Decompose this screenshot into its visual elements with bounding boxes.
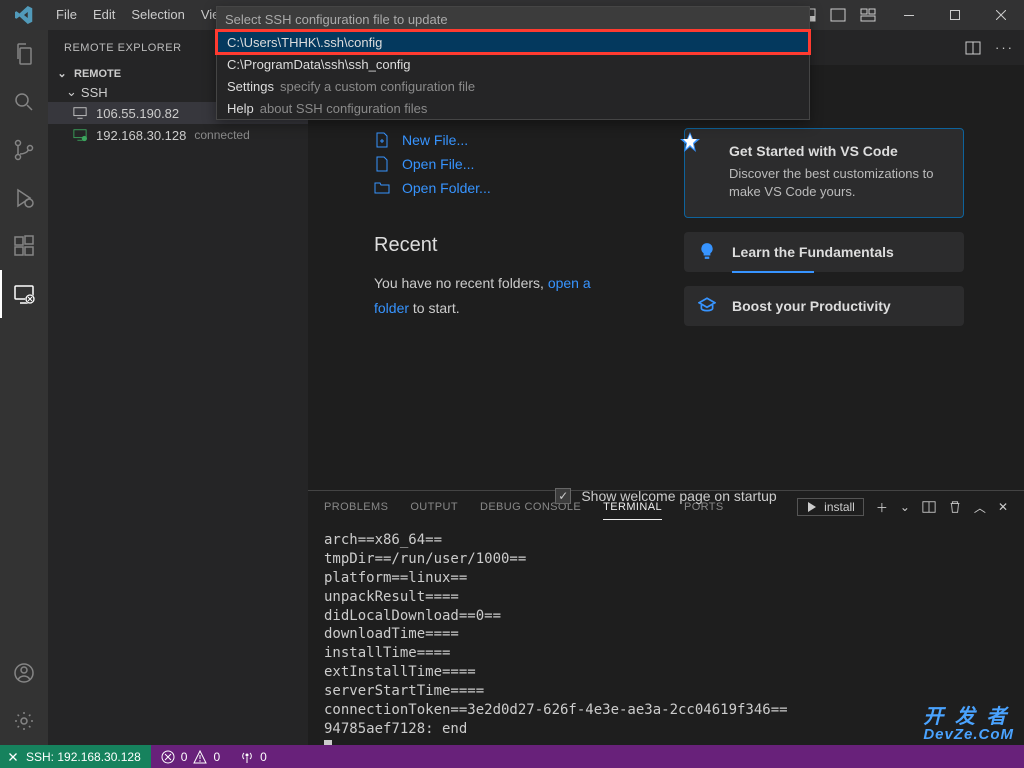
toggle-panel-right-icon[interactable]: [830, 7, 846, 23]
open-file-link[interactable]: Open File...: [374, 152, 624, 176]
bottom-panel: PROBLEMS OUTPUT DEBUG CONSOLE TERMINAL P…: [308, 490, 1024, 745]
status-error-count: 0: [181, 750, 188, 764]
walkthrough-desc: Discover the best customizations to make…: [729, 165, 947, 201]
extensions-icon[interactable]: [0, 222, 48, 270]
run-debug-icon[interactable]: [0, 174, 48, 222]
source-control-icon[interactable]: [0, 126, 48, 174]
terminal-output[interactable]: arch==x86_64== tmpDir==/run/user/1000== …: [308, 523, 1024, 745]
remote-icon: [6, 750, 20, 764]
menu-selection[interactable]: Selection: [123, 0, 192, 30]
lightbulb-icon: [698, 242, 716, 260]
walkthrough-get-started[interactable]: Get Started with VS Code Discover the be…: [684, 128, 964, 218]
quickpick-option-label: C:\ProgramData\ssh\ssh_config: [227, 57, 411, 72]
status-problems[interactable]: 0 0: [151, 750, 230, 764]
quickpick-option-sublabel: specify a custom configuration file: [280, 79, 475, 94]
quickpick-option-user-config[interactable]: C:\Users\THHK\.ssh\config: [217, 31, 809, 53]
more-actions-icon[interactable]: ···: [995, 40, 1014, 55]
quickpick-option-help[interactable]: Help about SSH configuration files: [217, 97, 809, 119]
walkthrough-learn-fundamentals[interactable]: Learn the Fundamentals: [684, 232, 964, 272]
customize-layout-icon[interactable]: [860, 7, 876, 23]
recent-heading: Recent: [374, 234, 624, 257]
window-controls: [886, 0, 1024, 30]
remote-host-status: connected: [194, 128, 249, 142]
split-editor-icon[interactable]: [965, 40, 981, 56]
new-file-icon: [374, 132, 392, 148]
status-ports[interactable]: 0: [230, 750, 277, 764]
walkthrough-boost-label: Boost your Productivity: [732, 298, 891, 314]
close-button[interactable]: [978, 0, 1024, 30]
recent-empty-text: You have no recent folders, open a folde…: [374, 271, 624, 321]
walkthrough-learn-label: Learn the Fundamentals: [732, 244, 894, 260]
quickpick-option-sublabel: about SSH configuration files: [260, 101, 428, 116]
status-bar: SSH: 192.168.30.128 0 0 0: [0, 745, 1024, 768]
warning-icon: [193, 750, 207, 764]
explorer-icon[interactable]: [0, 30, 48, 78]
open-folder-label: Open Folder...: [402, 180, 491, 196]
quickpick-option-label: C:\Users\THHK\.ssh\config: [227, 35, 382, 50]
site-watermark: 开 发 者 DevZe.CoM: [923, 707, 1014, 742]
walkthrough-title: Get Started with VS Code: [729, 143, 947, 159]
accounts-icon[interactable]: [0, 649, 48, 697]
quickpick-option-label: Settings: [227, 79, 274, 94]
watermark-line2: DevZe.CoM: [923, 727, 1014, 742]
welcome-startup-row: ✓ Show welcome page on startup: [308, 478, 1024, 514]
status-warning-count: 0: [213, 750, 220, 764]
remote-host-ip: 106.55.190.82: [96, 106, 179, 121]
chevron-down-icon: ⌄: [54, 67, 70, 80]
status-remote-label: SSH: 192.168.30.128: [26, 750, 141, 764]
menu-file[interactable]: File: [48, 0, 85, 30]
open-file-label: Open File...: [402, 156, 474, 172]
remote-host-item[interactable]: 192.168.30.128 connected: [48, 124, 308, 146]
status-remote-indicator[interactable]: SSH: 192.168.30.128: [0, 745, 151, 768]
sidebar: REMOTE EXPLORER ⌄ REMOTE ⌄ SSH 106.55.19…: [48, 30, 308, 745]
editor-area: ··· Start New File... Open File... Open …: [308, 30, 1024, 745]
maximize-button[interactable]: [932, 0, 978, 30]
remote-host-ip: 192.168.30.128: [96, 128, 186, 143]
chevron-down-icon: ⌄: [66, 84, 77, 100]
new-file-label: New File...: [402, 132, 468, 148]
welcome-startup-checkbox[interactable]: ✓: [555, 488, 571, 504]
mortarboard-icon: [698, 296, 716, 314]
status-ports-count: 0: [260, 750, 267, 764]
welcome-startup-label: Show welcome page on startup: [581, 488, 776, 504]
search-icon[interactable]: [0, 78, 48, 126]
open-folder-icon: [374, 180, 392, 196]
star-badge-icon: [679, 131, 701, 153]
remote-explorer-icon[interactable]: [0, 270, 48, 318]
quickpick-ssh-config: Select SSH configuration file to update …: [216, 6, 810, 120]
radio-tower-icon: [240, 750, 254, 764]
open-folder-link[interactable]: Open Folder...: [374, 176, 624, 200]
new-file-link[interactable]: New File...: [374, 128, 624, 152]
watermark-line1: 开 发 者: [923, 707, 1014, 727]
walkthrough-boost-productivity[interactable]: Boost your Productivity: [684, 286, 964, 326]
error-icon: [161, 750, 175, 764]
quickpick-option-label: Help: [227, 101, 254, 116]
welcome-page: Start New File... Open File... Open Fold…: [308, 65, 1024, 490]
subsection-ssh-label: SSH: [81, 85, 108, 100]
monitor-connected-icon: [72, 127, 88, 143]
quickpick-option-programdata-config[interactable]: C:\ProgramData\ssh\ssh_config: [217, 53, 809, 75]
minimize-button[interactable]: [886, 0, 932, 30]
vscode-logo-icon: [0, 6, 48, 24]
quickpick-header: Select SSH configuration file to update: [217, 7, 809, 31]
activity-bar: [0, 30, 48, 745]
settings-gear-icon[interactable]: [0, 697, 48, 745]
menu-edit[interactable]: Edit: [85, 0, 123, 30]
monitor-icon: [72, 105, 88, 121]
quickpick-option-settings[interactable]: Settings specify a custom configuration …: [217, 75, 809, 97]
section-remote-label: REMOTE: [74, 68, 121, 80]
open-file-icon: [374, 156, 392, 172]
